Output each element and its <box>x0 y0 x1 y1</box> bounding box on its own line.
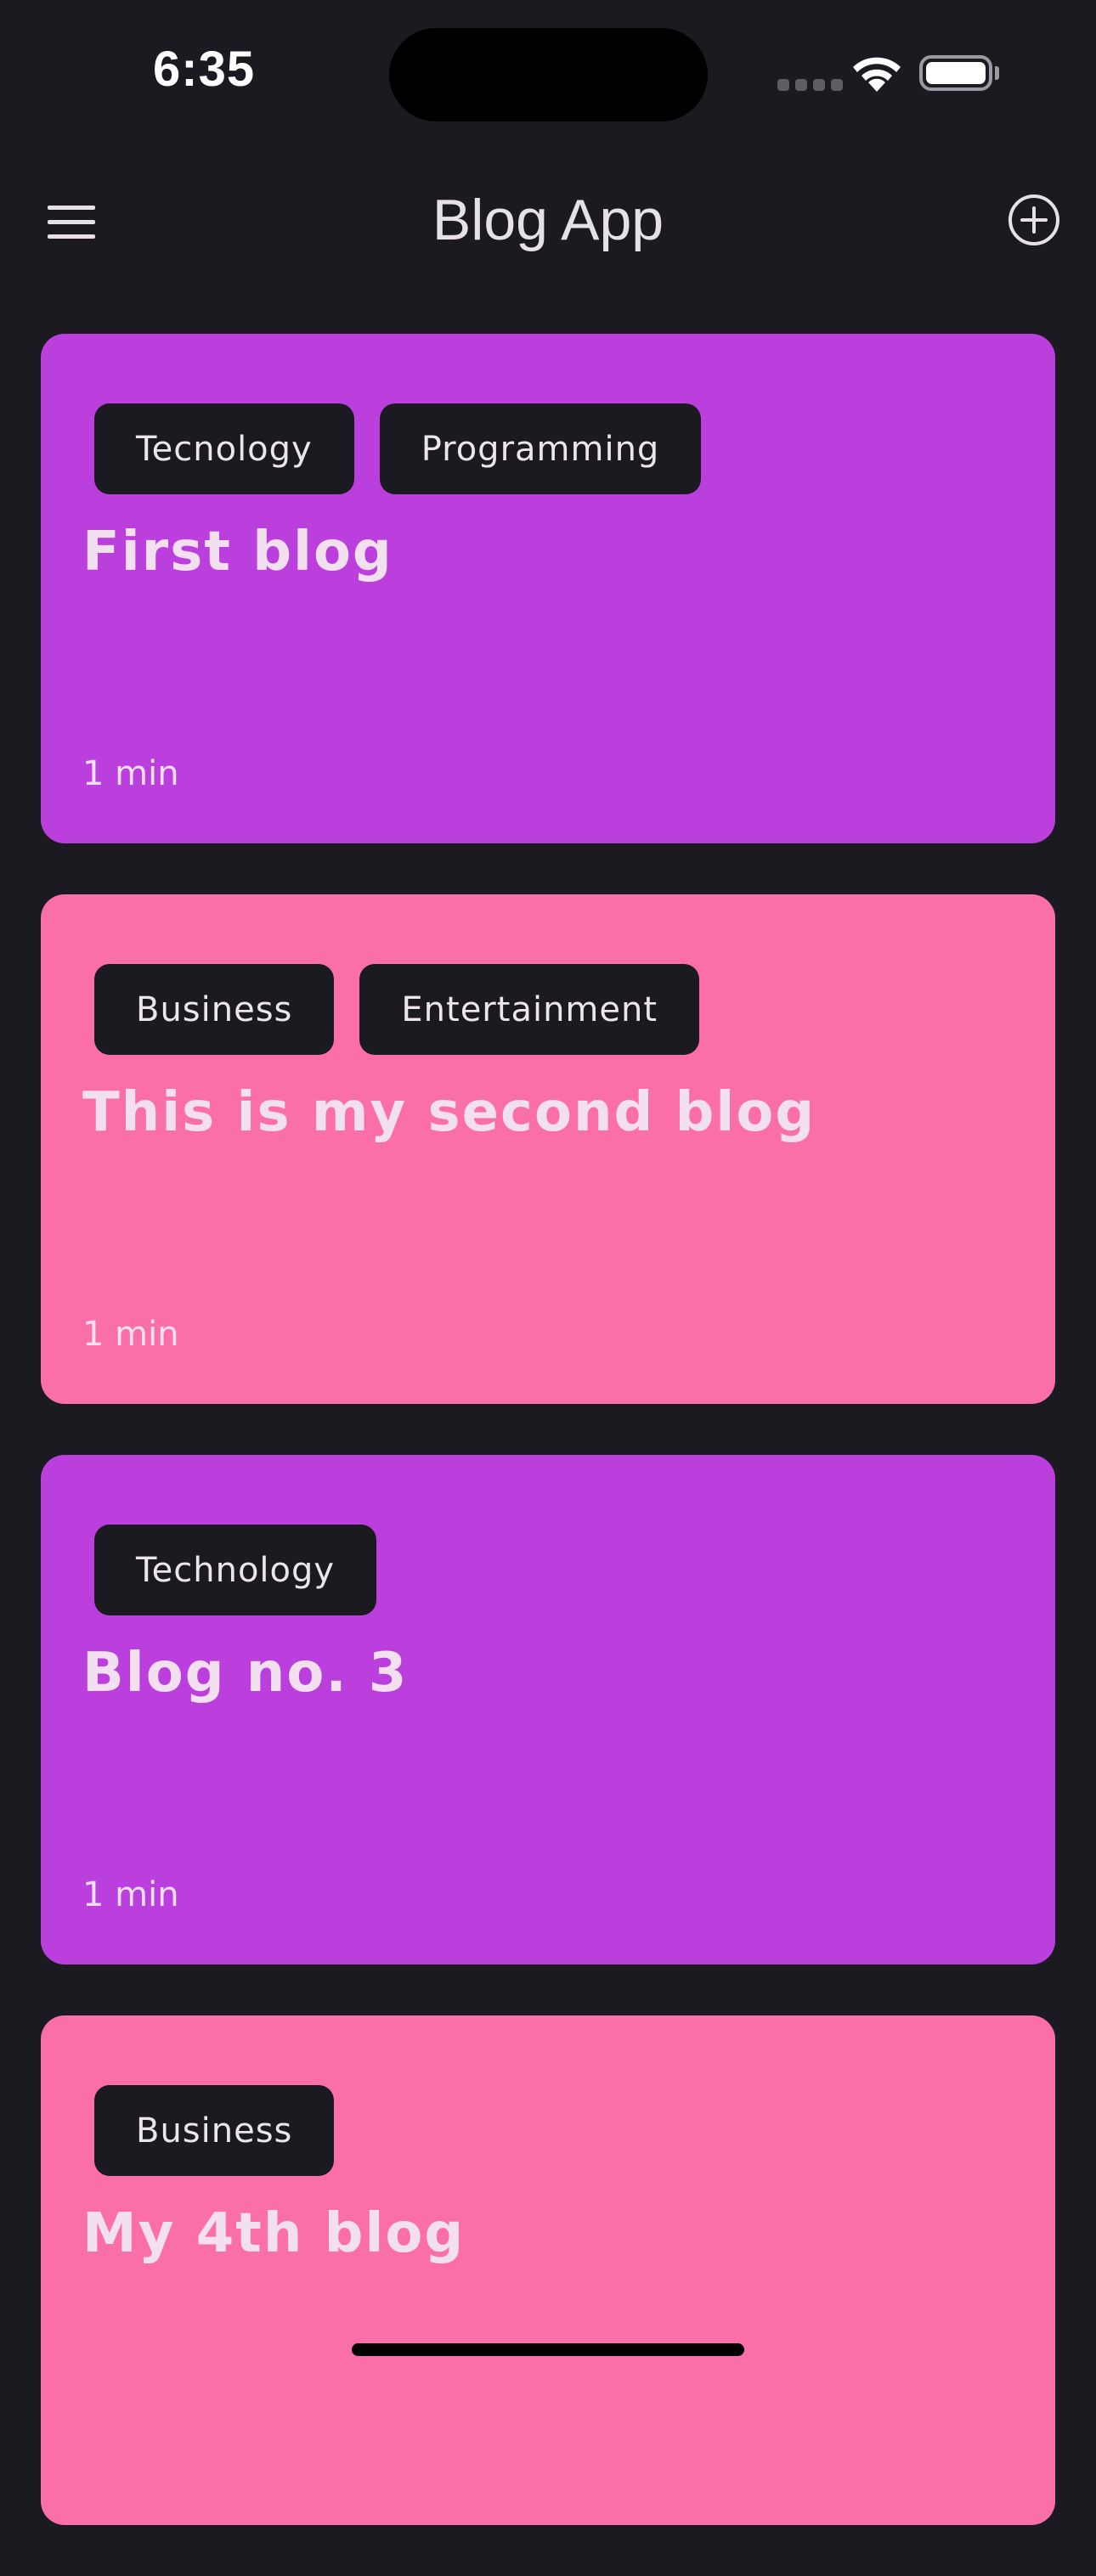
blog-title: First blog <box>82 521 393 583</box>
read-time: 1 min <box>82 1875 179 1914</box>
tag-list: Technology <box>94 1525 377 1615</box>
status-bar: 6:35 <box>0 0 1096 144</box>
plus-circle-icon[interactable] <box>1008 194 1060 246</box>
tag-chip[interactable]: Programming <box>379 403 702 494</box>
tag-chip[interactable]: Business <box>94 2085 335 2176</box>
tag-list: Business Entertainment <box>94 964 700 1055</box>
blog-title: My 4th blog <box>82 2202 466 2265</box>
blog-title: This is my second blog <box>82 1081 816 1144</box>
tag-chip[interactable]: Business <box>94 964 335 1055</box>
blog-card[interactable]: Technology Blog no. 3 1 min <box>41 1455 1055 1964</box>
blog-card[interactable]: Business My 4th blog <box>41 2015 1055 2525</box>
dynamic-island <box>389 28 708 121</box>
status-time: 6:35 <box>153 42 256 97</box>
battery-icon <box>919 55 992 91</box>
page-title: Blog App <box>432 188 664 252</box>
wifi-icon <box>853 57 901 92</box>
tag-chip[interactable]: Entertainment <box>359 964 700 1055</box>
tag-list: Business <box>94 2085 335 2176</box>
read-time: 1 min <box>82 1315 179 1354</box>
tag-list: Tecnology Programming <box>94 403 702 494</box>
blog-title: Blog no. 3 <box>82 1642 409 1705</box>
blog-card[interactable]: Business Entertainment This is my second… <box>41 894 1055 1404</box>
battery-cap <box>995 66 999 80</box>
read-time: 1 min <box>82 754 179 793</box>
blog-list: Tecnology Programming First blog 1 min B… <box>41 334 1055 2576</box>
cellular-signal-icon <box>777 79 843 91</box>
tag-chip[interactable]: Technology <box>94 1525 377 1615</box>
app-header: Blog App <box>0 170 1096 276</box>
tag-chip[interactable]: Tecnology <box>94 403 354 494</box>
blog-card[interactable]: Tecnology Programming First blog 1 min <box>41 334 1055 843</box>
home-indicator[interactable] <box>352 2343 744 2356</box>
